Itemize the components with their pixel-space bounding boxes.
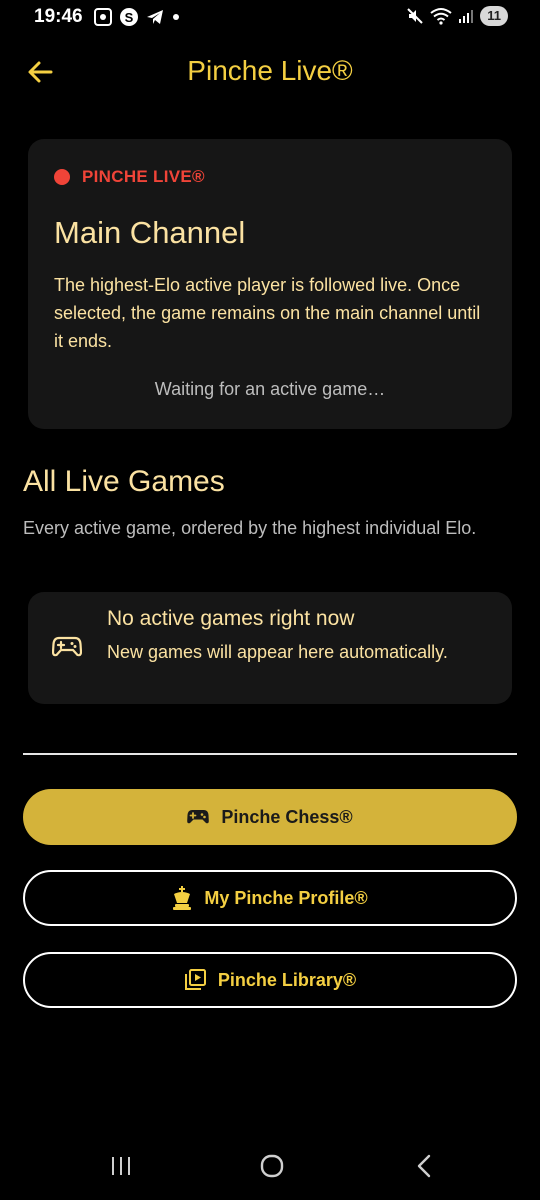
battery-indicator: 11 [480, 6, 508, 26]
recent-apps-icon [112, 1157, 130, 1175]
signal-icon [459, 10, 474, 23]
status-time: 19:46 [34, 6, 83, 27]
empty-games-title: No active games right now [107, 607, 355, 630]
pinche-library-button[interactable]: Pinche Library® [23, 952, 517, 1008]
pinche-chess-button[interactable]: Pinche Chess® [23, 789, 517, 845]
empty-games-card: No active games right now New games will… [28, 592, 512, 704]
mute-icon [407, 8, 423, 24]
home-icon [260, 1154, 284, 1178]
app-bar: Pinche Live® [0, 40, 540, 104]
main-channel-title: Main Channel [54, 215, 246, 250]
chevron-left-icon [417, 1154, 431, 1178]
more-dot-icon [173, 14, 179, 20]
status-bar: 19:46 S 11 [0, 0, 540, 36]
money-app-icon: S [120, 8, 138, 26]
notification-icons: S [93, 7, 181, 27]
gamepad-icon [52, 636, 82, 657]
live-indicator: PINCHE LIVE® [54, 167, 205, 187]
waiting-status: Waiting for an active game… [154, 379, 386, 399]
video-library-icon [184, 969, 206, 990]
screenshot-icon [94, 8, 112, 26]
system-icons: 11 [406, 6, 508, 26]
divider [23, 753, 517, 755]
live-dot-icon [54, 169, 70, 185]
empty-games-description: New games will appear here automatically… [107, 642, 448, 662]
home-button[interactable] [252, 1150, 292, 1182]
my-profile-button[interactable]: My Pinche Profile® [23, 870, 517, 926]
system-back-button[interactable] [404, 1150, 444, 1182]
live-label: PINCHE LIVE® [82, 167, 205, 186]
system-nav-bar [0, 1130, 540, 1200]
screen: 19:46 S 11 Pinche Live® PINCHE LIVE® Mai… [0, 0, 540, 1200]
page-title: Pinche Live® [187, 55, 353, 86]
pinche-chess-label: Pinche Chess® [221, 806, 353, 827]
main-channel-description: The highest-Elo active player is followe… [54, 275, 481, 351]
svg-text:S: S [125, 10, 134, 25]
pinche-library-label: Pinche Library® [217, 969, 357, 990]
telegram-icon [147, 10, 163, 24]
crown-king-icon [173, 886, 192, 910]
all-live-games-description: Every active game, ordered by the highes… [23, 518, 477, 538]
recent-apps-button[interactable] [101, 1150, 141, 1182]
gamepad-icon [187, 810, 210, 824]
all-live-games-title: All Live Games [23, 465, 225, 498]
my-profile-label: My Pinche Profile® [204, 887, 368, 908]
wifi-icon [430, 8, 452, 25]
main-channel-card: PINCHE LIVE® Main Channel The highest-El… [28, 139, 512, 429]
